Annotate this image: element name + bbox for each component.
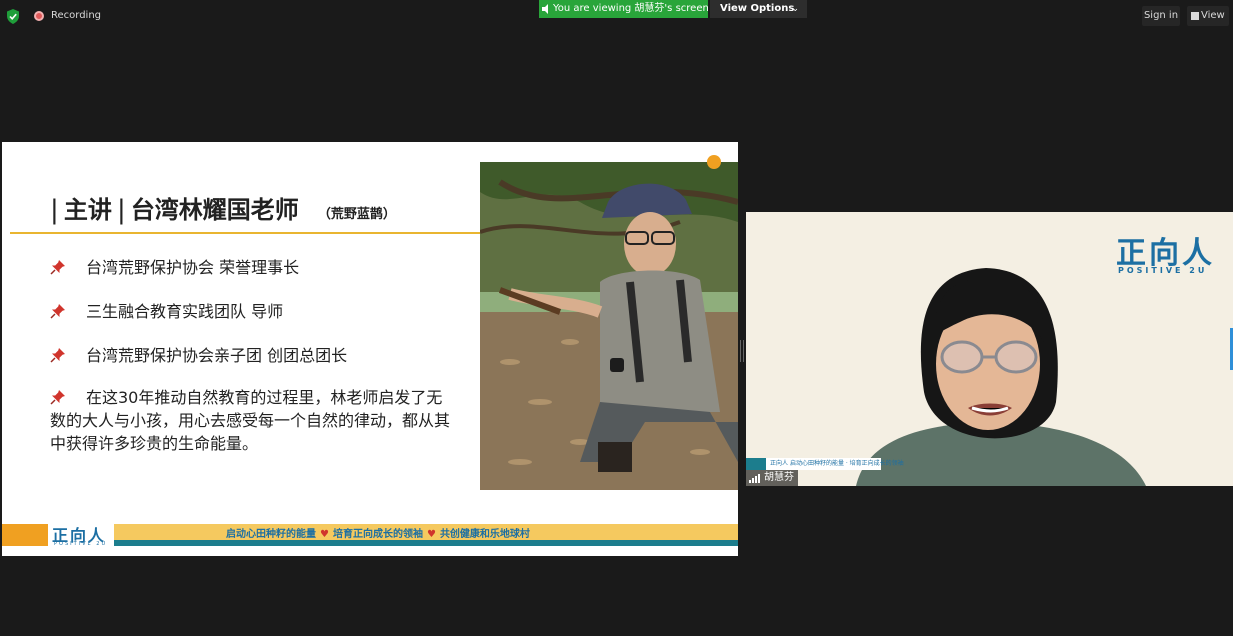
background-banner-strip: 正向人 启动心田种籽的能量 · 培育正向成长的领袖 [746,458,904,470]
bullet-item: 台湾荒野保护协会亲子团 创团总团长 [50,342,347,366]
title-speaker-tag: 主讲 [63,196,112,224]
footer-logo: 正向人 POSITIVE 2U [48,522,114,548]
meeting-top-bar: Recording You are viewing 胡慧芬's screen V… [0,0,1233,32]
title-divider-mid: | [116,195,126,225]
footer-orange-block [2,524,48,546]
slogan-part-1: 启动心田种籽的能量 [226,529,316,540]
view-options-label: View Options [720,3,795,14]
viewing-screen-banner: You are viewing 胡慧芬's screen [539,0,709,18]
corner-dot [707,155,721,169]
bio-paragraph: 在这30年推动自然教育的过程里，林老师启发了无数的大人与小孩，用心去感受每一个自… [50,386,450,455]
title-underline [10,232,482,234]
bullet-text: 台湾荒野保护协会 荣誉理事长 [86,258,300,277]
title-speaker-name: 台湾林耀国老师 [130,196,299,224]
view-button[interactable]: View [1187,6,1229,26]
heart-icon: ♥ [320,529,329,540]
sign-in-label: Sign in [1143,10,1179,21]
participant-video-tile[interactable]: 正向人 POSITIVE 2U 正向人 启动心田种籽的能量 · 培育正向成长的领… [746,212,1233,486]
background-logo-sub: POSITIVE 2U [1118,266,1208,275]
bio-text: 在这30年推动自然教育的过程里，林老师启发了无数的大人与小孩，用心去感受每一个自… [50,388,451,453]
bullet-text: 台湾荒野保护协会亲子团 创团总团长 [86,346,348,365]
speaker-icon [542,4,548,14]
chevron-down-icon: ⌄ [791,4,799,14]
participant-name: 胡慧芬 [764,472,794,483]
banner-slogan: 启动心田种籽的能量 · 培育正向成长的领袖 [789,460,904,467]
pushpin-icon [50,348,65,363]
heart-icon: ♥ [426,529,436,540]
view-label: View [1201,10,1225,21]
banner-blue-block [746,458,766,470]
pushpin-icon [50,304,65,319]
view-layout-icon [1191,12,1199,20]
bullet-item: 三生融合教育实践团队 导师 [50,298,283,322]
view-options-button[interactable]: View Options ⌄ [710,0,807,18]
title-speaker-alias: （荒野蓝鹊） [317,207,396,222]
banner-logo: 正向人 [770,460,789,467]
slogan-part-2: 培育正向成长的领袖 [332,529,423,540]
shared-screen-slide: | 主讲 | 台湾林耀国老师 （荒野蓝鹊） 台湾荒野保护协会 荣誉理事长 三生融… [2,142,738,556]
signal-strength-icon [749,474,760,483]
bullet-text: 三生融合教育实践团队 导师 [86,302,284,321]
slide-title: | 主讲 | 台湾林耀国老师 （荒野蓝鹊） [50,190,396,225]
banner-text: 正向人 启动心田种籽的能量 · 培育正向成长的领袖 [770,458,904,467]
security-shield-icon[interactable] [6,9,20,24]
speaker-photo [480,162,738,490]
pushpin-icon [50,260,65,275]
footer-logo-sub: POSITIVE 2U [54,541,108,547]
recording-icon [34,11,44,21]
participant-name-tag: 胡慧芬 [746,470,798,486]
viewing-screen-text: You are viewing 胡慧芬's screen [553,3,709,14]
sign-in-button[interactable]: Sign in [1142,6,1180,26]
title-divider-left: | [50,195,59,225]
footer-slogan: 启动心田种籽的能量 ♥ 培育正向成长的领袖 ♥ 共创健康和乐地球村 [226,525,530,540]
recording-label: Recording [51,10,102,21]
pushpin-icon [50,390,65,405]
slide-footer: 正向人 POSITIVE 2U 启动心田种籽的能量 ♥ 培育正向成长的领袖 ♥ 共创健康… [2,522,738,556]
split-view-resize-handle[interactable] [740,340,744,362]
bullet-item: 台湾荒野保护协会 荣誉理事长 [50,254,299,278]
slogan-part-3: 共创健康和乐地球村 [439,529,530,540]
